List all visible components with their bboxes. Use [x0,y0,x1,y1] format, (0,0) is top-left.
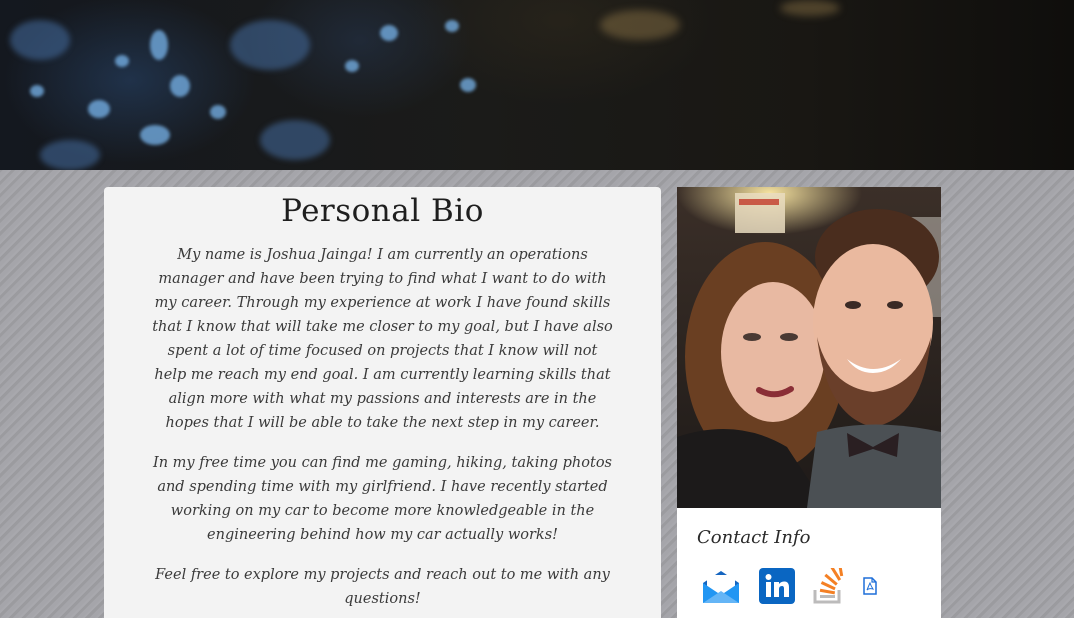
bio-title: Personal Bio [281,193,484,229]
stackoverflow-link[interactable] [813,568,845,604]
bio-paragraph-invite: Feel free to explore my projects and rea… [155,567,610,607]
portrait-photo [677,187,941,508]
bio-paragraph-intro: My name is Joshua Jainga! I am currently… [152,247,613,431]
bio-paragraph-hobbies: In my free time you can find me gaming, … [153,455,612,543]
resume-pdf-link[interactable] [863,577,877,595]
linkedin-icon [759,568,795,604]
resume-pdf-icon [863,577,877,595]
bio-card: Personal Bio My name is Joshua Jainga! I… [104,187,661,618]
hero-banner-image [0,0,1074,170]
email-icon [703,571,739,603]
linkedin-link[interactable] [759,568,795,604]
contact-info-heading: Contact Info [697,527,811,548]
stackoverflow-icon [813,568,844,604]
contact-links [701,567,895,605]
email-link[interactable] [701,567,741,605]
profile-card: Contact Info [677,187,941,618]
